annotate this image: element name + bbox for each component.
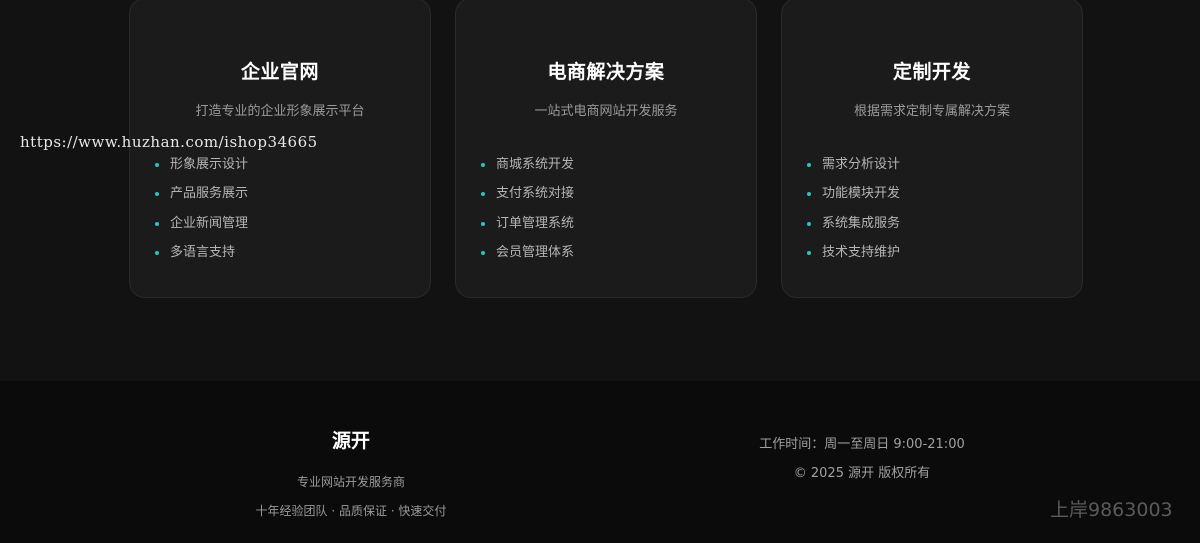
service-card-ecommerce[interactable]: 电商解决方案 一站式电商网站开发服务 商城系统开发 支付系统对接 订单管理系统 … [455, 0, 757, 298]
services-section: 企业官网 打造专业的企业形象展示平台 形象展示设计 产品服务展示 企业新闻管理 … [0, 0, 1200, 381]
footer-watermark: 上岸9863003 [1050, 499, 1173, 521]
list-item: 订单管理系统 [480, 214, 574, 243]
list-item: 产品服务展示 [154, 184, 248, 213]
bullet-dot-icon [807, 192, 811, 197]
feature-label: 多语言支持 [170, 244, 236, 260]
list-item: 形象展示设计 [154, 155, 248, 184]
feature-label: 商城系统开发 [496, 157, 575, 172]
bullet-dot-icon [807, 250, 811, 255]
bullet-dot-icon [807, 163, 811, 167]
feature-list: 商城系统开发 支付系统对接 订单管理系统 会员管理体系 [480, 155, 574, 272]
feature-label: 形象展示设计 [170, 157, 249, 172]
bullet-dot-icon [155, 250, 159, 255]
list-item: 需求分析设计 [806, 155, 900, 184]
list-item: 多语言支持 [154, 243, 248, 272]
list-item: 商城系统开发 [480, 155, 574, 184]
list-item: 会员管理体系 [480, 243, 574, 272]
feature-label: 支付系统对接 [496, 186, 575, 202]
list-item: 功能模块开发 [806, 184, 900, 213]
footer-copyright: © 2025 源开 版权所有 [793, 466, 931, 481]
service-card-title: 企业官网 [240, 61, 319, 83]
footer-tagline: 专业网站开发服务商 [296, 475, 405, 489]
bullet-dot-icon [155, 192, 159, 197]
bullet-dot-icon [481, 250, 485, 255]
bullet-dot-icon [481, 192, 485, 197]
feature-label: 产品服务展示 [170, 186, 249, 202]
list-item: 技术支持维护 [806, 243, 900, 272]
feature-list: 需求分析设计 功能模块开发 系统集成服务 技术支持维护 [806, 155, 900, 272]
site-footer: 源开 专业网站开发服务商 十年经验团队 · 品质保证 · 快速交付 工作时间：周… [0, 381, 1200, 543]
bullet-dot-icon [481, 221, 485, 226]
service-card-description: 打造专业的企业形象展示平台 [195, 104, 365, 119]
feature-label: 订单管理系统 [496, 215, 575, 231]
bullet-dot-icon [807, 221, 811, 226]
bullet-dot-icon [481, 163, 485, 167]
feature-label: 功能模块开发 [822, 186, 901, 202]
service-card-title: 电商解决方案 [547, 61, 665, 83]
feature-list: 形象展示设计 产品服务展示 企业新闻管理 多语言支持 [154, 155, 248, 272]
list-item: 支付系统对接 [480, 184, 574, 213]
bullet-dot-icon [155, 163, 159, 167]
service-card-description: 一站式电商网站开发服务 [534, 104, 678, 119]
footer-features: 十年经验团队 · 品质保证 · 快速交付 [255, 504, 447, 518]
watermark-url: https://www.huzhan.com/ishop34665 [20, 133, 318, 151]
bullet-dot-icon [155, 221, 159, 226]
feature-label: 系统集成服务 [822, 215, 901, 231]
page: 企业官网 打造专业的企业形象展示平台 形象展示设计 产品服务展示 企业新闻管理 … [0, 0, 1200, 543]
footer-working-hours: 工作时间：周一至周日 9:00-21:00 [759, 437, 965, 452]
feature-label: 企业新闻管理 [170, 215, 249, 231]
service-card-title: 定制开发 [892, 61, 971, 83]
list-item: 系统集成服务 [806, 214, 900, 243]
service-card-custom-development[interactable]: 定制开发 根据需求定制专属解决方案 需求分析设计 功能模块开发 系统集成服务 技… [781, 0, 1083, 298]
feature-label: 需求分析设计 [822, 157, 901, 172]
list-item: 企业新闻管理 [154, 214, 248, 243]
feature-label: 会员管理体系 [496, 244, 575, 260]
service-card-description: 根据需求定制专属解决方案 [853, 104, 1010, 119]
footer-brand: 源开 [331, 430, 370, 452]
feature-label: 技术支持维护 [822, 244, 901, 260]
